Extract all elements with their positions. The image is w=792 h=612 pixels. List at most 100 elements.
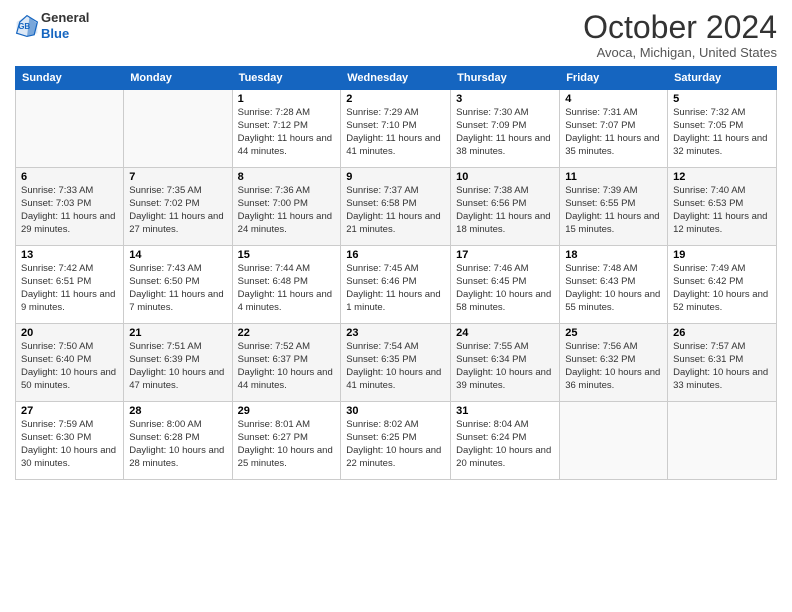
day-number: 31 [456, 405, 554, 417]
day-number: 5 [673, 93, 771, 105]
calendar-cell: 17 Sunrise: 7:46 AMSunset: 6:45 PMDayligh… [451, 246, 560, 324]
calendar-cell: 16 Sunrise: 7:45 AMSunset: 6:46 PMDayligh… [341, 246, 451, 324]
day-number: 8 [238, 171, 336, 183]
calendar-cell: 20 Sunrise: 7:50 AMSunset: 6:40 PMDayligh… [16, 324, 124, 402]
day-info: Sunrise: 7:45 AMSunset: 6:46 PMDaylight:… [346, 263, 445, 314]
calendar-cell: 24 Sunrise: 7:55 AMSunset: 6:34 PMDayligh… [451, 324, 560, 402]
day-number: 21 [129, 327, 226, 339]
calendar-cell: 10Sunrise: 7:38 AMSunset: 6:56 PMDayligh… [451, 168, 560, 246]
calendar-header: Sunday Monday Tuesday Wednesday Thursday… [16, 67, 777, 90]
calendar-cell: 6Sunrise: 7:33 AMSunset: 7:03 PMDaylight… [16, 168, 124, 246]
day-number: 16 [346, 249, 445, 261]
calendar-cell: 25Sunrise: 7:56 AMSunset: 6:32 PMDayligh… [560, 324, 668, 402]
day-info: Sunrise: 7:43 AMSunset: 6:50 PMDaylight:… [129, 263, 226, 314]
day-number: 9 [346, 171, 445, 183]
day-number: 19 [673, 249, 771, 261]
calendar-cell: 1 Sunrise: 7:28 AMSunset: 7:12 PMDaylight… [232, 90, 341, 168]
day-info: Sunrise: 7:55 AMSunset: 6:34 PMDaylight:… [456, 341, 554, 392]
day-number: 6 [21, 171, 118, 183]
col-monday: Monday [124, 67, 232, 90]
logo-text: General Blue [41, 10, 89, 41]
day-number: 18 [565, 249, 662, 261]
day-number: 17 [456, 249, 554, 261]
day-number: 20 [21, 327, 118, 339]
calendar-cell: 3Sunrise: 7:30 AMSunset: 7:09 PMDaylight… [451, 90, 560, 168]
col-saturday: Saturday [668, 67, 777, 90]
month-title: October 2024 [583, 10, 777, 45]
week-row-1: 1 Sunrise: 7:28 AMSunset: 7:12 PMDaylight… [16, 90, 777, 168]
title-block: October 2024 Avoca, Michigan, United Sta… [583, 10, 777, 60]
day-number: 29 [238, 405, 336, 417]
day-info: Sunrise: 7:59 AMSunset: 6:30 PMDaylight:… [21, 419, 118, 470]
col-wednesday: Wednesday [341, 67, 451, 90]
day-info: Sunrise: 7:48 AMSunset: 6:43 PMDaylight:… [565, 263, 662, 314]
svg-text:GB: GB [18, 22, 30, 31]
calendar-cell: 13 Sunrise: 7:42 AMSunset: 6:51 PMDayligh… [16, 246, 124, 324]
calendar-cell: 4 Sunrise: 7:31 AMSunset: 7:07 PMDaylight… [560, 90, 668, 168]
day-number: 27 [21, 405, 118, 417]
calendar-cell [124, 90, 232, 168]
day-number: 1 [238, 93, 336, 105]
day-number: 30 [346, 405, 445, 417]
calendar-cell: 18 Sunrise: 7:48 AMSunset: 6:43 PMDayligh… [560, 246, 668, 324]
calendar-cell: 28 Sunrise: 8:00 AMSunset: 6:28 PMDayligh… [124, 402, 232, 480]
calendar-cell: 29Sunrise: 8:01 AMSunset: 6:27 PMDayligh… [232, 402, 341, 480]
week-row-3: 13 Sunrise: 7:42 AMSunset: 6:51 PMDayligh… [16, 246, 777, 324]
calendar-cell: 8 Sunrise: 7:36 AMSunset: 7:00 PMDaylight… [232, 168, 341, 246]
day-info: Sunrise: 7:36 AMSunset: 7:00 PMDaylight:… [238, 185, 336, 236]
calendar-cell [560, 402, 668, 480]
day-info: Sunrise: 7:54 AMSunset: 6:35 PMDaylight:… [346, 341, 445, 392]
day-info: Sunrise: 7:44 AMSunset: 6:48 PMDaylight:… [238, 263, 336, 314]
header: GB General Blue October 2024 Avoca, Mich… [15, 10, 777, 60]
col-thursday: Thursday [451, 67, 560, 90]
header-row: Sunday Monday Tuesday Wednesday Thursday… [16, 67, 777, 90]
calendar-cell: 23 Sunrise: 7:54 AMSunset: 6:35 PMDayligh… [341, 324, 451, 402]
day-number: 23 [346, 327, 445, 339]
day-number: 13 [21, 249, 118, 261]
day-number: 24 [456, 327, 554, 339]
calendar-cell: 19 Sunrise: 7:49 AMSunset: 6:42 PMDayligh… [668, 246, 777, 324]
day-info: Sunrise: 7:52 AMSunset: 6:37 PMDaylight:… [238, 341, 336, 392]
calendar-cell: 30 Sunrise: 8:02 AMSunset: 6:25 PMDayligh… [341, 402, 451, 480]
day-info: Sunrise: 8:00 AMSunset: 6:28 PMDaylight:… [129, 419, 226, 470]
day-info: Sunrise: 7:46 AMSunset: 6:45 PMDaylight:… [456, 263, 554, 314]
day-info: Sunrise: 7:51 AMSunset: 6:39 PMDaylight:… [129, 341, 226, 392]
day-info: Sunrise: 7:50 AMSunset: 6:40 PMDaylight:… [21, 341, 118, 392]
day-info: Sunrise: 7:31 AMSunset: 7:07 PMDaylight:… [565, 107, 662, 158]
calendar-cell: 27 Sunrise: 7:59 AMSunset: 6:30 PMDayligh… [16, 402, 124, 480]
logo-icon: GB [15, 14, 39, 38]
day-info: Sunrise: 7:29 AMSunset: 7:10 PMDaylight:… [346, 107, 445, 158]
day-info: Sunrise: 7:39 AMSunset: 6:55 PMDaylight:… [565, 185, 662, 236]
day-info: Sunrise: 7:38 AMSunset: 6:56 PMDaylight:… [456, 185, 554, 236]
calendar-table: Sunday Monday Tuesday Wednesday Thursday… [15, 66, 777, 480]
day-info: Sunrise: 7:57 AMSunset: 6:31 PMDaylight:… [673, 341, 771, 392]
calendar-page: GB General Blue October 2024 Avoca, Mich… [0, 0, 792, 612]
day-info: Sunrise: 7:40 AMSunset: 6:53 PMDaylight:… [673, 185, 771, 236]
calendar-cell: 5Sunrise: 7:32 AMSunset: 7:05 PMDaylight… [668, 90, 777, 168]
calendar-cell: 26 Sunrise: 7:57 AMSunset: 6:31 PMDayligh… [668, 324, 777, 402]
day-number: 12 [673, 171, 771, 183]
day-number: 3 [456, 93, 554, 105]
day-info: Sunrise: 7:42 AMSunset: 6:51 PMDaylight:… [21, 263, 118, 314]
day-info: Sunrise: 7:37 AMSunset: 6:58 PMDaylight:… [346, 185, 445, 236]
day-info: Sunrise: 7:28 AMSunset: 7:12 PMDaylight:… [238, 107, 336, 158]
col-sunday: Sunday [16, 67, 124, 90]
calendar-cell: 15 Sunrise: 7:44 AMSunset: 6:48 PMDayligh… [232, 246, 341, 324]
day-number: 28 [129, 405, 226, 417]
calendar-body: 1 Sunrise: 7:28 AMSunset: 7:12 PMDaylight… [16, 90, 777, 480]
day-number: 7 [129, 171, 226, 183]
col-friday: Friday [560, 67, 668, 90]
calendar-cell [16, 90, 124, 168]
location: Avoca, Michigan, United States [583, 45, 777, 60]
week-row-4: 20 Sunrise: 7:50 AMSunset: 6:40 PMDayligh… [16, 324, 777, 402]
day-info: Sunrise: 7:49 AMSunset: 6:42 PMDaylight:… [673, 263, 771, 314]
calendar-cell: 21 Sunrise: 7:51 AMSunset: 6:39 PMDayligh… [124, 324, 232, 402]
day-number: 26 [673, 327, 771, 339]
day-info: Sunrise: 7:35 AMSunset: 7:02 PMDaylight:… [129, 185, 226, 236]
day-info: Sunrise: 8:04 AMSunset: 6:24 PMDaylight:… [456, 419, 554, 470]
day-info: Sunrise: 8:02 AMSunset: 6:25 PMDaylight:… [346, 419, 445, 470]
col-tuesday: Tuesday [232, 67, 341, 90]
calendar-cell: 7 Sunrise: 7:35 AMSunset: 7:02 PMDaylight… [124, 168, 232, 246]
day-number: 4 [565, 93, 662, 105]
day-number: 15 [238, 249, 336, 261]
